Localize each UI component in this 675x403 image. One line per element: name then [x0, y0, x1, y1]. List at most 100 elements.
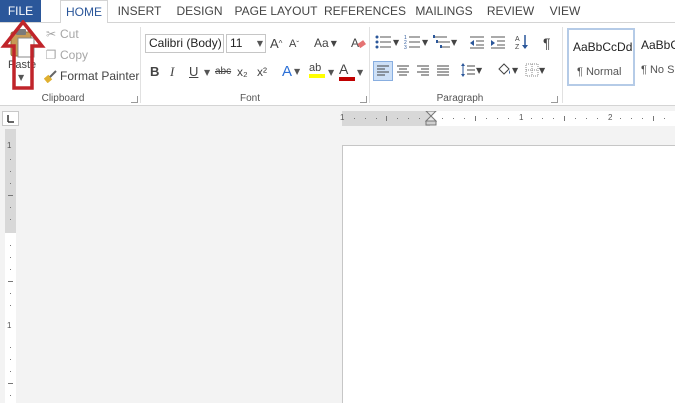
copy-button[interactable]: ❐ Copy [44, 48, 88, 62]
align-right-button[interactable] [416, 65, 430, 77]
borders-icon [525, 63, 539, 77]
change-case-icon: Aa [314, 36, 329, 50]
cut-button[interactable]: ✂ Cut [44, 27, 79, 41]
annotation-arrow-icon [0, 20, 46, 90]
numbering-button[interactable]: 1 2 3 ▼ [404, 35, 428, 49]
align-right-icon [417, 65, 429, 76]
font-group-label: Font [239, 93, 260, 104]
ribbon-tab-bar: FILE HOME INSERT DESIGN PAGE LAYOUT REFE… [0, 0, 675, 23]
bullets-button[interactable]: ▼ [375, 35, 399, 49]
font-color-button[interactable]: A [339, 61, 355, 81]
tab-file[interactable]: FILE [0, 0, 41, 22]
align-left-button[interactable] [373, 61, 393, 81]
ruler-row: 1 1 2 [0, 107, 675, 129]
bullet-list-icon [375, 35, 391, 49]
style-normal-sample: AaBbCcDd [573, 40, 633, 54]
font-name-dropdown[interactable]: Calibri (Body) [145, 34, 224, 53]
style-no-spacing-sample: AaBbC [641, 38, 675, 52]
font-dialog-launcher-icon[interactable] [360, 96, 367, 103]
chevron-down-icon: ▼ [256, 39, 263, 48]
font-size-dropdown[interactable]: 11 ▼ [226, 34, 266, 53]
vertical-ruler-ticks [8, 159, 13, 396]
bold-button[interactable]: B [150, 64, 159, 79]
tab-home[interactable]: HOME [60, 0, 108, 23]
tab-page-layout[interactable]: PAGE LAYOUT [232, 0, 320, 22]
subscript-button[interactable]: x₂ [237, 65, 248, 79]
svg-text:3: 3 [404, 45, 407, 49]
font-color-icon: A [339, 61, 349, 77]
numbered-list-icon: 1 2 3 [404, 35, 420, 49]
pilcrow-icon: ¶ [543, 35, 551, 51]
tab-review[interactable]: REVIEW [482, 0, 539, 22]
ribbon: Paste ▼ ✂ Cut ❐ Copy Format Painter Clip… [0, 22, 675, 106]
tab-design[interactable]: DESIGN [171, 0, 228, 22]
justify-button[interactable] [436, 65, 450, 77]
style-normal[interactable]: AaBbCcDd ¶ Normal [567, 28, 635, 86]
horizontal-ruler[interactable]: 1 1 2 [340, 111, 675, 126]
vertical-ruler[interactable]: 1 1 [5, 129, 16, 403]
shrink-font-icon: A [289, 38, 297, 50]
tab-references[interactable]: REFERENCES [324, 0, 406, 22]
eraser-icon: A [351, 36, 366, 50]
align-center-button[interactable] [396, 65, 410, 77]
tab-view[interactable]: VIEW [543, 0, 587, 22]
chevron-down-icon[interactable]: ▼ [204, 68, 210, 77]
shading-button[interactable]: ▼ [496, 63, 518, 77]
multilevel-list-icon [433, 35, 450, 48]
clipboard-dialog-launcher-icon[interactable] [131, 96, 138, 103]
superscript-icon: x² [257, 65, 267, 79]
highlight-button[interactable]: ab [309, 62, 325, 78]
document-page[interactable] [342, 145, 675, 403]
indent-marker-icon[interactable] [425, 111, 437, 126]
text-effects-button[interactable]: A ▼ [282, 63, 300, 80]
superscript-button[interactable]: x² [257, 65, 267, 79]
decrease-indent-button[interactable] [469, 36, 485, 49]
italic-icon: I [170, 64, 175, 79]
style-no-spacing[interactable]: AaBbC ¶ No Sp [637, 28, 675, 86]
sort-button[interactable]: AZ [515, 34, 529, 50]
ruler-label: 2 [608, 113, 613, 122]
format-painter-button[interactable]: Format Painter [44, 69, 139, 83]
ruler-label: 1 [519, 113, 524, 122]
svg-text:A: A [515, 36, 520, 43]
scissors-icon: ✂ [45, 27, 57, 41]
font-color-swatch [339, 77, 355, 81]
multilevel-list-button[interactable]: ▼ [433, 35, 457, 49]
change-case-button[interactable]: Aa ▼ [314, 36, 337, 50]
format-painter-label: Format Painter [60, 69, 140, 83]
tab-insert[interactable]: INSERT [112, 0, 167, 22]
group-divider [562, 27, 563, 103]
highlight-color-swatch [309, 74, 325, 78]
borders-button[interactable]: ▼ [525, 63, 545, 77]
ruler-ticks [354, 116, 665, 121]
paragraph-dialog-launcher-icon[interactable] [551, 96, 558, 103]
chevron-down-icon[interactable]: ▼ [357, 68, 363, 77]
line-spacing-button[interactable]: ▼ [460, 63, 482, 77]
chevron-down-icon[interactable]: ▼ [328, 68, 334, 77]
chevron-down-icon: ▼ [539, 65, 546, 75]
strikethrough-button[interactable]: abc [215, 66, 231, 77]
chevron-down-icon: ▼ [512, 65, 519, 75]
increase-indent-icon [491, 36, 505, 49]
grow-font-button[interactable]: A ^ [270, 36, 282, 51]
show-formatting-marks-button[interactable]: ¶ [543, 35, 551, 51]
decrease-indent-icon [470, 36, 484, 49]
cut-label: Cut [60, 27, 79, 41]
ruler-label: 1 [340, 113, 345, 122]
style-normal-name: ¶ Normal [577, 66, 622, 78]
underline-button[interactable]: U [189, 64, 198, 79]
paintbrush-icon [44, 70, 57, 83]
tab-mailings[interactable]: MAILINGS [410, 0, 478, 22]
italic-button[interactable]: I [170, 64, 174, 80]
highlighter-icon: ab [309, 62, 322, 74]
align-left-icon [377, 65, 389, 76]
svg-text:Z: Z [515, 44, 520, 50]
clear-formatting-button[interactable]: A [350, 35, 366, 51]
tab-stop-selector[interactable] [2, 111, 19, 126]
ruler-label: 1 [7, 141, 12, 150]
increase-indent-button[interactable] [490, 36, 506, 49]
chevron-down-icon: ▼ [451, 37, 458, 47]
justify-icon [437, 65, 449, 76]
shrink-font-button[interactable]: Aˇ [289, 38, 299, 50]
clipboard-group-label: Clipboard [41, 93, 85, 104]
